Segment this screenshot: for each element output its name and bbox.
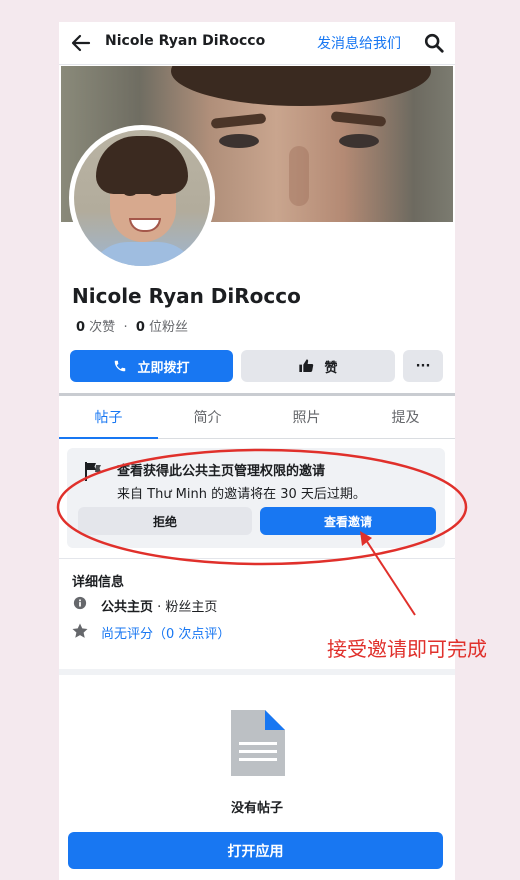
followers-count: 0 bbox=[135, 320, 145, 335]
star-icon bbox=[72, 623, 88, 638]
tab-bar: 帖子 简介 照片 提及 bbox=[59, 396, 455, 439]
followers-label: 位粉丝 bbox=[144, 320, 189, 335]
thumbs-up-icon bbox=[299, 359, 314, 372]
page-title: Nicole Ryan DiRocco bbox=[105, 33, 266, 49]
flag-icon bbox=[85, 462, 101, 481]
rating-link[interactable]: 尚无评分（0 次点评） bbox=[101, 623, 230, 642]
profile-stats: 0 次赞 · 0 位粉丝 bbox=[76, 316, 188, 335]
page-category: 公共主页 · 粉丝主页 bbox=[101, 596, 217, 615]
tab-mentions[interactable]: 提及 bbox=[356, 396, 455, 438]
call-now-label: 立即拨打 bbox=[137, 360, 190, 376]
page-category-bold: 公共主页 bbox=[101, 600, 154, 615]
decline-button[interactable]: 拒绝 bbox=[78, 507, 252, 535]
phone-icon bbox=[115, 360, 126, 372]
mobile-page: Nicole Ryan DiRocco 发消息给我们 Nicole Ryan D… bbox=[59, 22, 455, 880]
tab-about[interactable]: 简介 bbox=[158, 396, 257, 438]
more-icon: ··· bbox=[415, 358, 431, 374]
no-posts-label: 没有帖子 bbox=[230, 801, 283, 816]
tab-photos[interactable]: 照片 bbox=[257, 396, 356, 438]
info-icon bbox=[73, 596, 87, 610]
likes-count: 0 bbox=[76, 320, 86, 335]
more-button[interactable]: ··· bbox=[403, 350, 443, 382]
message-us-link[interactable]: 发消息给我们 bbox=[317, 33, 401, 53]
document-icon bbox=[231, 710, 285, 776]
admin-invite-card: 查看获得此公共主页管理权限的邀请 来自 Thư Minh 的邀请将在 30 天后… bbox=[67, 448, 445, 548]
page-category-rest: · 粉丝主页 bbox=[153, 600, 218, 615]
annotation-text: 接受邀请即可完成 bbox=[327, 637, 487, 661]
likes-label: 次赞 bbox=[85, 320, 116, 335]
invite-title: 查看获得此公共主页管理权限的邀请 bbox=[117, 464, 326, 479]
call-now-button[interactable]: 立即拨打 bbox=[70, 350, 233, 382]
profile-name: Nicole Ryan DiRocco bbox=[72, 284, 301, 308]
view-invite-button[interactable]: 查看邀请 bbox=[260, 507, 436, 535]
like-label: 赞 bbox=[324, 360, 338, 376]
search-icon[interactable] bbox=[423, 32, 445, 54]
profile-avatar[interactable] bbox=[69, 125, 215, 271]
top-bar: Nicole Ryan DiRocco 发消息给我们 bbox=[59, 22, 455, 65]
like-button[interactable]: 赞 bbox=[241, 350, 395, 382]
open-app-button[interactable]: 打开应用 bbox=[68, 832, 443, 869]
back-arrow-icon[interactable] bbox=[69, 31, 93, 55]
invite-subtitle: 来自 Thư Minh 的邀请将在 30 天后过期。 bbox=[117, 487, 366, 502]
details-title: 详细信息 bbox=[72, 575, 125, 590]
stats-separator: · bbox=[123, 320, 128, 335]
tab-posts[interactable]: 帖子 bbox=[59, 396, 158, 439]
